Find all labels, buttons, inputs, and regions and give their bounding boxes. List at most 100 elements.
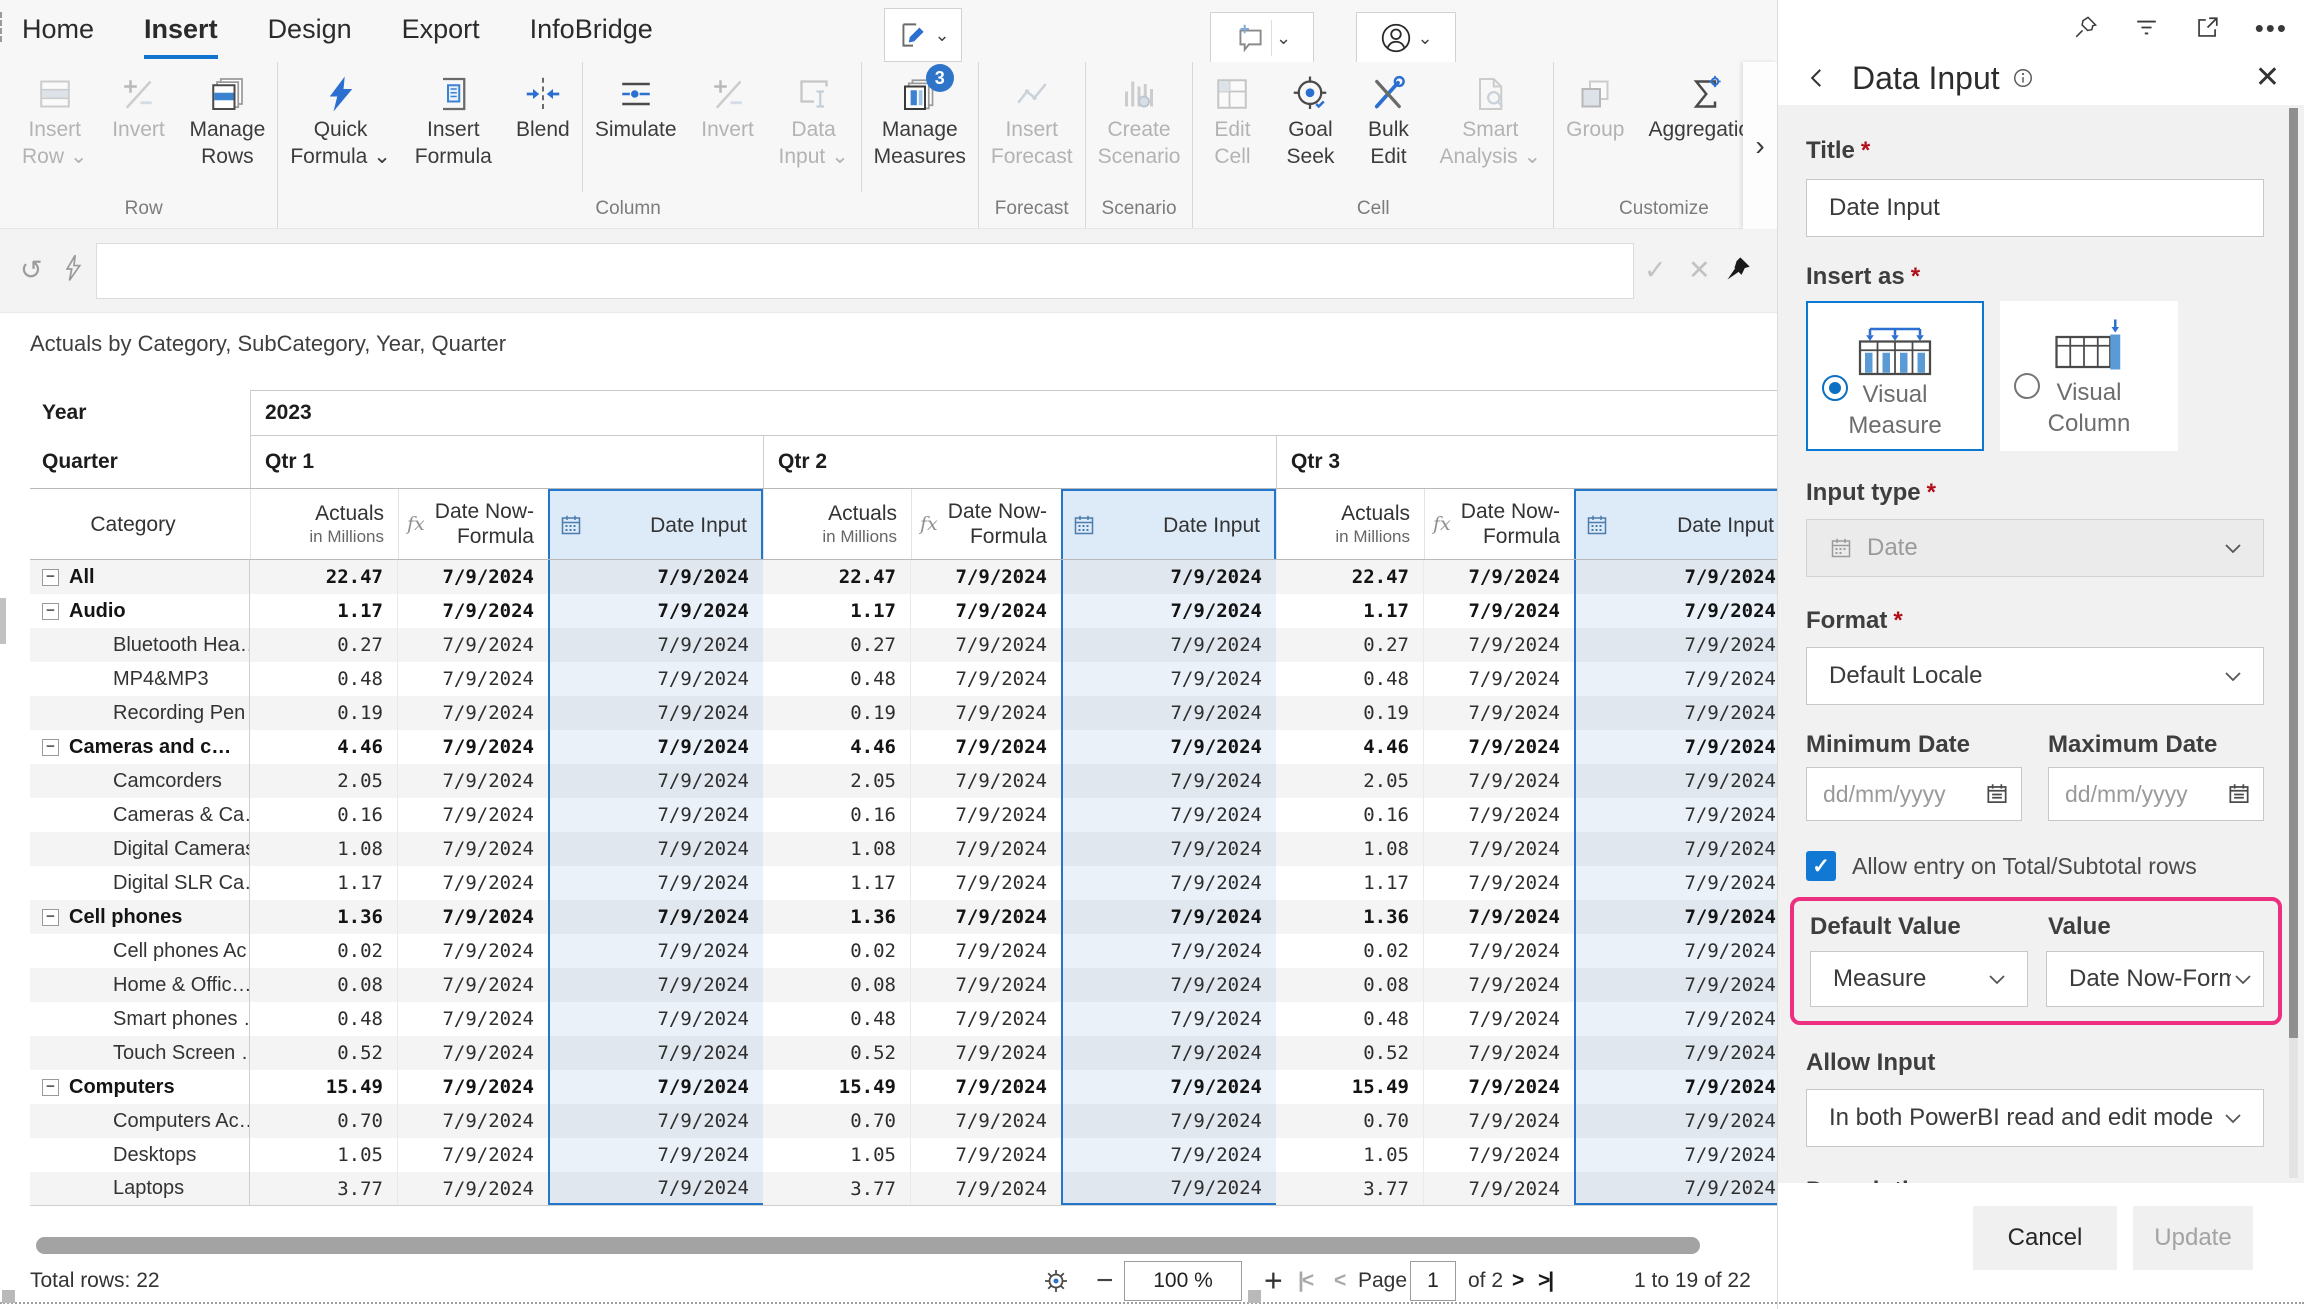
date-now-cell[interactable]: 7/9/2024 xyxy=(911,968,1061,1002)
date-now-cell[interactable]: 7/9/2024 xyxy=(911,934,1061,968)
date-now-cell[interactable]: 7/9/2024 xyxy=(398,1036,548,1070)
actuals-cell[interactable]: 1.36 xyxy=(1276,900,1424,934)
category-cell[interactable]: −Touch Screen … xyxy=(30,1036,250,1070)
ribbon-overflow-button[interactable]: › xyxy=(1743,62,1777,229)
edit-mode-button[interactable]: ⌄ xyxy=(884,8,962,62)
checkbox-checked[interactable]: ✓ xyxy=(1806,851,1836,881)
date-now-cell[interactable]: 7/9/2024 xyxy=(911,1138,1061,1172)
actuals-cell[interactable]: 3.77 xyxy=(1276,1172,1424,1205)
date-input-cell[interactable]: 7/9/2024 xyxy=(1574,628,1777,662)
quarter-header[interactable]: Qtr 3 xyxy=(1276,436,1777,488)
date-input-cell[interactable]: 7/9/2024 xyxy=(1061,662,1276,696)
actuals-cell[interactable]: 1.08 xyxy=(250,832,398,866)
date-now-cell[interactable]: 7/9/2024 xyxy=(1424,764,1574,798)
actuals-cell[interactable]: 1.05 xyxy=(763,1138,911,1172)
actuals-cell[interactable]: 1.17 xyxy=(763,594,911,628)
allow-input-select[interactable]: In both PowerBI read and edit mode xyxy=(1806,1089,2264,1147)
date-now-cell[interactable]: 7/9/2024 xyxy=(398,764,548,798)
date-input-cell[interactable]: 7/9/2024 xyxy=(548,560,763,594)
actuals-cell[interactable]: 0.48 xyxy=(250,662,398,696)
date-now-cell[interactable]: 7/9/2024 xyxy=(911,1104,1061,1138)
date-input-cell[interactable]: 7/9/2024 xyxy=(1061,900,1276,934)
date-now-cell[interactable]: 7/9/2024 xyxy=(911,594,1061,628)
category-cell[interactable]: −MP4&MP3 xyxy=(30,662,250,696)
date-input-cell[interactable]: 7/9/2024 xyxy=(1574,900,1777,934)
ribbon-button[interactable]: Quick Formula ⌄ xyxy=(278,62,402,192)
date-input-cell[interactable]: 7/9/2024 xyxy=(548,1138,763,1172)
expand-icon[interactable] xyxy=(2194,14,2221,41)
actuals-cell[interactable]: 0.48 xyxy=(250,1002,398,1036)
date-now-cell[interactable]: 7/9/2024 xyxy=(911,900,1061,934)
ribbon-button[interactable]: Insert Formula xyxy=(403,62,504,192)
actuals-cell[interactable]: 0.16 xyxy=(1276,798,1424,832)
date-now-cell[interactable]: 7/9/2024 xyxy=(911,1036,1061,1070)
date-input-cell[interactable]: 7/9/2024 xyxy=(1574,934,1777,968)
actuals-cell[interactable]: 0.08 xyxy=(250,968,398,1002)
category-cell[interactable]: −Smart phones … xyxy=(30,1002,250,1036)
actuals-cell[interactable]: 0.16 xyxy=(763,798,911,832)
category-cell[interactable]: − Computers xyxy=(30,1070,250,1104)
actuals-cell[interactable]: 2.05 xyxy=(250,764,398,798)
date-now-cell[interactable]: 7/9/2024 xyxy=(911,1070,1061,1104)
date-input-cell[interactable]: 7/9/2024 xyxy=(1061,1104,1276,1138)
ribbon-button[interactable]: Bulk Edit xyxy=(1349,62,1427,192)
ribbon-button[interactable]: Insert Row ⌄ xyxy=(10,62,99,192)
quarter-header[interactable]: Qtr 2 xyxy=(763,436,1276,488)
radio-unselected[interactable] xyxy=(2014,373,2040,399)
close-icon[interactable]: ✕ xyxy=(2255,63,2280,93)
ribbon-tab[interactable]: Home xyxy=(22,14,94,59)
year-value[interactable]: 2023 xyxy=(250,390,1777,436)
actuals-cell[interactable]: 2.05 xyxy=(763,764,911,798)
ribbon-button[interactable]: Manage Rows xyxy=(177,62,277,192)
date-input-cell[interactable]: 7/9/2024 xyxy=(548,968,763,1002)
date-now-cell[interactable]: 7/9/2024 xyxy=(398,866,548,900)
zoom-input[interactable] xyxy=(1124,1261,1242,1301)
filter-icon[interactable] xyxy=(2133,14,2160,41)
date-input-header[interactable]: Date Input xyxy=(1061,489,1276,559)
actuals-cell[interactable]: 1.36 xyxy=(250,900,398,934)
date-input-cell[interactable]: 7/9/2024 xyxy=(1574,798,1777,832)
undo-icon[interactable]: ↺ xyxy=(20,255,43,286)
date-now-cell[interactable]: 7/9/2024 xyxy=(911,560,1061,594)
date-input-cell[interactable]: 7/9/2024 xyxy=(1574,1104,1777,1138)
account-button[interactable]: ⌄ xyxy=(1356,12,1456,64)
date-input-cell[interactable]: 7/9/2024 xyxy=(1061,832,1276,866)
ribbon-button[interactable]: 3 Manage Measures xyxy=(862,62,978,192)
ribbon-tab[interactable]: Design xyxy=(268,14,352,59)
date-now-cell[interactable]: 7/9/2024 xyxy=(1424,900,1574,934)
minimum-date-input[interactable] xyxy=(1806,767,2022,821)
category-cell[interactable]: −Cell phones Ac… xyxy=(30,934,250,968)
date-input-cell[interactable]: 7/9/2024 xyxy=(548,628,763,662)
category-cell[interactable]: −Bluetooth Hea… xyxy=(30,628,250,662)
actuals-cell[interactable]: 0.08 xyxy=(763,968,911,1002)
date-now-cell[interactable]: 7/9/2024 xyxy=(911,764,1061,798)
date-input-cell[interactable]: 7/9/2024 xyxy=(1574,1172,1777,1205)
date-now-cell[interactable]: 7/9/2024 xyxy=(1424,866,1574,900)
date-now-cell[interactable]: 7/9/2024 xyxy=(398,900,548,934)
actuals-cell[interactable]: 1.36 xyxy=(763,900,911,934)
date-now-cell[interactable]: 7/9/2024 xyxy=(398,1002,548,1036)
date-input-cell[interactable]: 7/9/2024 xyxy=(1574,730,1777,764)
ribbon-tab[interactable]: Insert xyxy=(144,14,218,59)
date-now-cell[interactable]: 7/9/2024 xyxy=(398,934,548,968)
confirm-icon[interactable]: ✓ xyxy=(1644,255,1667,286)
date-input-cell[interactable]: 7/9/2024 xyxy=(1061,1002,1276,1036)
actuals-cell[interactable]: 4.46 xyxy=(250,730,398,764)
date-now-cell[interactable]: 7/9/2024 xyxy=(398,1172,548,1205)
flash-icon[interactable] xyxy=(60,253,88,285)
category-header[interactable]: Category xyxy=(30,489,250,559)
quarter-header[interactable]: Qtr 1 xyxy=(250,436,763,488)
date-now-header[interactable]: fx Date Now- Formula xyxy=(1424,489,1574,559)
date-input-cell[interactable]: 7/9/2024 xyxy=(1574,1036,1777,1070)
actuals-cell[interactable]: 15.49 xyxy=(250,1070,398,1104)
visual-column-option[interactable]: Visual Column xyxy=(2000,301,2178,451)
ribbon-button[interactable]: Invert xyxy=(99,62,177,192)
date-now-cell[interactable]: 7/9/2024 xyxy=(911,832,1061,866)
actuals-cell[interactable]: 0.02 xyxy=(763,934,911,968)
date-input-cell[interactable]: 7/9/2024 xyxy=(1061,628,1276,662)
actuals-cell[interactable]: 1.08 xyxy=(763,832,911,866)
date-now-cell[interactable]: 7/9/2024 xyxy=(1424,730,1574,764)
ribbon-button[interactable]: Create Scenario xyxy=(1086,62,1193,192)
date-now-cell[interactable]: 7/9/2024 xyxy=(1424,628,1574,662)
actuals-cell[interactable]: 0.48 xyxy=(763,1002,911,1036)
